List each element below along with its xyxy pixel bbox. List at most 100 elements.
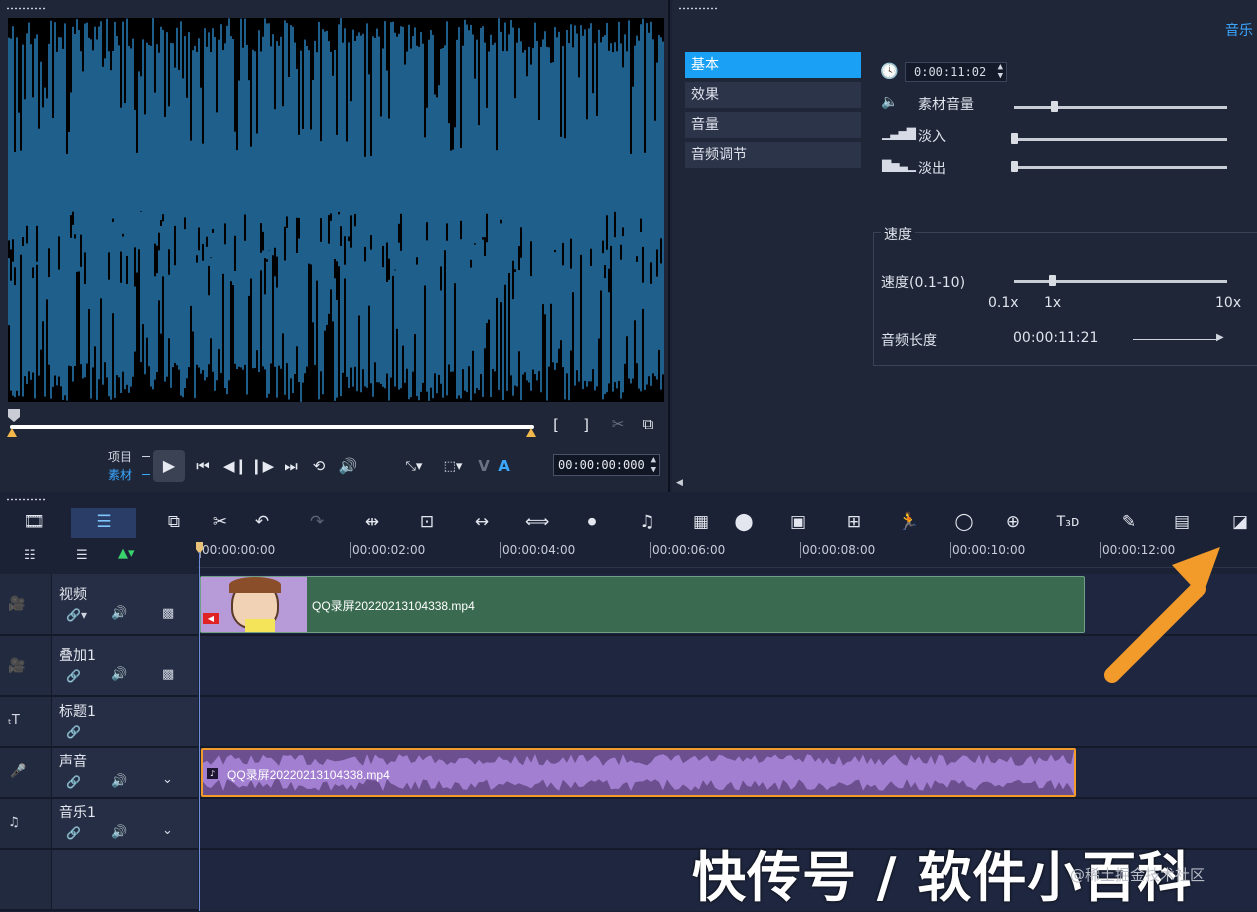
- clip-volume-slider[interactable]: [1014, 106, 1227, 109]
- subtitle-editor-icon[interactable]: ▣: [786, 510, 810, 534]
- collapse-arrow-icon[interactable]: ◀: [676, 478, 683, 488]
- copy-frame-icon[interactable]: ⧉: [638, 415, 658, 433]
- tab-volume[interactable]: 音量: [685, 112, 861, 138]
- timeline-grip[interactable]: [6, 498, 46, 501]
- timeline-view-icon[interactable]: ☰: [92, 510, 116, 534]
- 3d-title-icon[interactable]: T₃ᴅ: [1056, 510, 1080, 534]
- fade-out-slider[interactable]: [1014, 166, 1227, 169]
- go-to-start-icon[interactable]: ⏮: [193, 457, 213, 475]
- fade-in-slider[interactable]: [1014, 138, 1227, 141]
- track-header-video[interactable]: 🎥 视频 🔗▾ 🔊 ▩: [0, 574, 198, 636]
- waveform-bottom-gap: [608, 383, 610, 402]
- timecode-stepper-icon[interactable]: ▲▼: [651, 455, 656, 475]
- link-icon[interactable]: 🔗: [66, 775, 81, 789]
- title-track-row[interactable]: [200, 697, 1257, 748]
- waveform-bottom-gap: [574, 386, 576, 402]
- clip-volume-knob[interactable]: [1051, 101, 1058, 112]
- tab-audio-adjust[interactable]: 音频调节: [685, 142, 861, 168]
- fit-timeline-icon[interactable]: ⇹: [360, 510, 384, 534]
- link-icon[interactable]: 🔗: [66, 669, 81, 683]
- mask-creator-icon[interactable]: ◯: [952, 510, 976, 534]
- tab-effects[interactable]: 效果: [685, 82, 861, 108]
- track-header-voice[interactable]: 🎤 声音 🔗 🔊 ⌄: [0, 748, 198, 799]
- chevron-down-icon[interactable]: ⌄: [162, 772, 173, 787]
- waveform-bottom-gap: [618, 381, 620, 402]
- add-track-icon[interactable]: ☰: [76, 548, 88, 563]
- waveform-top-gap: [466, 18, 468, 25]
- sound-mixer-icon[interactable]: ♫: [635, 510, 659, 534]
- record-icon[interactable]: ⏺: [580, 510, 604, 534]
- track-manager-icon[interactable]: ☷: [24, 548, 36, 563]
- track-volume-icon[interactable]: 🔊: [111, 825, 127, 840]
- duration-stepper-icon[interactable]: ▲▼: [998, 63, 1003, 81]
- color-grading-icon[interactable]: ⬤: [732, 510, 756, 534]
- preview-timecode-value[interactable]: 00:00:00:000: [558, 458, 645, 472]
- aspect-ratio-icon[interactable]: ⤡▾: [402, 458, 426, 476]
- track-volume-icon[interactable]: 🔊: [111, 606, 127, 621]
- speed-slider[interactable]: [1014, 280, 1227, 283]
- play-button[interactable]: ▶: [153, 450, 185, 482]
- track-transparency-icon[interactable]: ▩: [162, 667, 174, 682]
- multicam-icon[interactable]: ▦: [689, 510, 713, 534]
- preview-timecode[interactable]: 00:00:00:000 ▲▼: [553, 454, 660, 476]
- screen-capture-icon[interactable]: ⊡: [415, 510, 439, 534]
- waveform-bottom-gap: [292, 393, 294, 402]
- track-transparency-icon[interactable]: ▩: [162, 606, 174, 621]
- paint-icon[interactable]: ✎: [1117, 510, 1141, 534]
- chevron-down-icon[interactable]: ⌄: [162, 823, 173, 838]
- link-icon[interactable]: 🔗: [66, 826, 81, 840]
- repeat-icon[interactable]: ⟲: [309, 457, 329, 475]
- go-to-end-icon[interactable]: ⏭: [281, 457, 301, 475]
- motion-tracking-icon[interactable]: 🏃: [897, 510, 921, 534]
- undo-icon[interactable]: ↶: [250, 510, 274, 534]
- video-tools-icon[interactable]: ▤: [1170, 510, 1194, 534]
- audio-mode-letter[interactable]: A: [497, 457, 511, 475]
- tab-basic[interactable]: 基本: [685, 52, 861, 78]
- split-screen-icon[interactable]: ⊞: [842, 510, 866, 534]
- storyboard-view-icon[interactable]: 🎞: [22, 510, 46, 534]
- clip-duration-field[interactable]: 0:00:11:02 ▲▼: [905, 62, 1007, 82]
- link-icon[interactable]: 🔗▾: [66, 608, 87, 622]
- track-header-overlay[interactable]: 🎥 叠加1 🔗 🔊 ▩: [0, 636, 198, 697]
- waveform-top-gap: [168, 18, 170, 106]
- ripple-edit-icon[interactable]: ⟺: [525, 510, 549, 534]
- waveform-bottom-gap: [642, 309, 644, 402]
- prev-frame-icon[interactable]: ◀❙: [223, 457, 243, 475]
- show-all-tracks-icon[interactable]: ▲▾: [118, 546, 135, 561]
- tools-icon[interactable]: ✂: [208, 510, 232, 534]
- preview-grip[interactable]: [6, 7, 46, 10]
- options-grip[interactable]: [678, 7, 718, 10]
- waveform-mid-gap: [196, 255, 198, 262]
- system-volume-icon[interactable]: 🔊: [338, 457, 358, 475]
- trim-end-handle[interactable]: [526, 428, 536, 437]
- link-icon[interactable]: 🔗: [66, 725, 81, 739]
- pan-zoom-icon[interactable]: ⊕: [1001, 510, 1025, 534]
- waveform-bottom-gap: [256, 350, 258, 402]
- track-volume-icon[interactable]: 🔊: [111, 774, 127, 789]
- fade-in-knob[interactable]: [1011, 133, 1018, 144]
- track-header-music[interactable]: ♫ 音乐1 🔗 🔊 ⌄: [0, 799, 198, 850]
- copy-clip-icon[interactable]: ⧉: [162, 510, 186, 534]
- mark-in-button[interactable]: [: [550, 416, 562, 434]
- trim-start-handle[interactable]: [7, 428, 17, 437]
- mode-switch[interactable]: 项目 素材: [108, 448, 132, 484]
- speed-knob[interactable]: [1049, 275, 1056, 286]
- mode-project-label[interactable]: 项目: [108, 448, 132, 466]
- mark-out-button[interactable]: ]: [580, 416, 592, 434]
- scrubber-track[interactable]: [10, 425, 534, 429]
- track-header-title[interactable]: ₜT 标题1 🔗: [0, 697, 198, 748]
- redo-icon[interactable]: ↷: [305, 510, 329, 534]
- scissors-icon[interactable]: ✂: [608, 415, 628, 433]
- track-volume-icon[interactable]: 🔊: [111, 667, 127, 682]
- mode-clip-label[interactable]: 素材: [108, 466, 132, 484]
- crop-selection-icon[interactable]: ⬚▾: [440, 458, 466, 476]
- clip-duration-value[interactable]: 0:00:11:02: [914, 65, 986, 79]
- next-frame-icon[interactable]: ❙▶: [250, 457, 270, 475]
- muted-audio-icon[interactable]: ◀: [203, 613, 219, 624]
- auto-music-icon[interactable]: ◪: [1228, 510, 1252, 534]
- video-mode-letter[interactable]: V: [478, 457, 490, 475]
- playhead-marker[interactable]: [8, 409, 20, 421]
- fade-out-knob[interactable]: [1011, 161, 1018, 172]
- waveform-bottom-gap: [590, 381, 592, 402]
- split-trim-icon[interactable]: ↔: [470, 510, 494, 534]
